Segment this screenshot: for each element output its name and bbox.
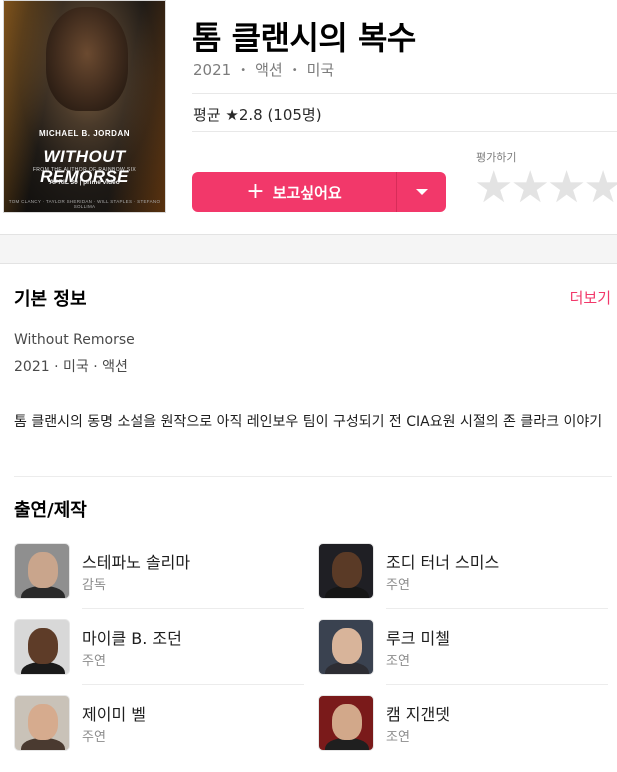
cast-name: 조디 터너 스미스 (386, 553, 500, 572)
poster-release: APRIL 30 | prime video (49, 179, 120, 186)
star-icon[interactable]: ★ (583, 166, 617, 210)
divider (14, 476, 612, 477)
cast-name: 마이클 B. 조던 (82, 629, 182, 648)
wishlist-dropdown-button[interactable] (397, 172, 446, 212)
divider (386, 608, 608, 609)
cast-name: 제이미 벨 (82, 705, 146, 724)
cast-item[interactable]: 루크 미첼 조연 (318, 619, 608, 685)
poster-portrait (46, 7, 128, 111)
wishlist-button[interactable]: + 보고싶어요 (192, 172, 396, 212)
more-link[interactable]: 더보기 (570, 287, 611, 308)
movie-year: 2021 (193, 61, 232, 79)
movie-title: 톰 클랜시의 복수 (192, 19, 416, 57)
cast-role: 조연 (386, 730, 410, 745)
chevron-down-icon (415, 189, 428, 195)
wishlist-label: 보고싶어요 (272, 183, 342, 202)
cast-item[interactable]: 스테파노 솔리마 감독 (14, 543, 304, 609)
poster-actor: MICHAEL B. JORDAN (38, 129, 131, 138)
cast-name: 루크 미첼 (386, 629, 450, 648)
movie-meta: 2021 • 액션 • 미국 (193, 61, 335, 79)
cast-heading: 출연/제작 (14, 500, 87, 521)
avatar (14, 543, 70, 599)
poster-subtitle: FROM THE AUTHOR OF RAINBOW SIX (32, 167, 137, 173)
cast-name: 스테파노 솔리마 (82, 553, 191, 572)
cast-item[interactable]: 조디 터너 스미스 주연 (318, 543, 608, 609)
avatar (14, 619, 70, 675)
cast-name: 캠 지갠뎃 (386, 705, 450, 724)
divider (192, 131, 617, 132)
basic-info-heading: 기본 정보 (14, 289, 87, 310)
cast-item[interactable]: 마이클 B. 조던 주연 (14, 619, 304, 685)
avatar (318, 619, 374, 675)
avatar (318, 695, 374, 751)
cast-role: 조연 (386, 654, 410, 669)
section-gap (0, 234, 617, 264)
divider (82, 608, 304, 609)
divider (82, 684, 304, 685)
cast-item[interactable]: 제이미 벨 주연 (14, 695, 304, 755)
movie-genre: 액션 (255, 61, 283, 79)
plus-icon: + (246, 179, 265, 204)
movie-country: 미국 (306, 61, 335, 79)
avatar (14, 695, 70, 751)
divider (192, 93, 617, 94)
cast-item[interactable]: 캠 지갠뎃 조연 (318, 695, 608, 755)
original-title: Without Remorse (14, 332, 135, 348)
movie-header: MICHAEL B. JORDAN WITHOUT REMORSE FROM T… (0, 0, 617, 234)
divider (386, 684, 608, 685)
cast-role: 주연 (386, 578, 410, 593)
cast-role: 주연 (82, 730, 106, 745)
rating-stars[interactable]: ★★★★ (474, 166, 617, 210)
synopsis: 톰 클랜시의 동명 소설을 원작으로 아직 레인보우 팀이 구성되기 전 CIA… (14, 414, 603, 430)
avatar (318, 543, 374, 599)
cast-role: 주연 (82, 654, 106, 669)
star-icon[interactable]: ★ (474, 166, 513, 210)
info-meta: 2021 · 미국 · 액션 (14, 359, 128, 375)
cast-role: 감독 (82, 578, 106, 593)
average-rating: 평균 ★2.8 (105명) (193, 106, 322, 124)
movie-poster[interactable]: MICHAEL B. JORDAN WITHOUT REMORSE FROM T… (3, 0, 166, 213)
star-icon[interactable]: ★ (510, 166, 549, 210)
poster-credits: TOM CLANCY · TAYLOR SHERIDAN · WILL STAP… (8, 199, 161, 209)
star-icon[interactable]: ★ (547, 166, 586, 210)
